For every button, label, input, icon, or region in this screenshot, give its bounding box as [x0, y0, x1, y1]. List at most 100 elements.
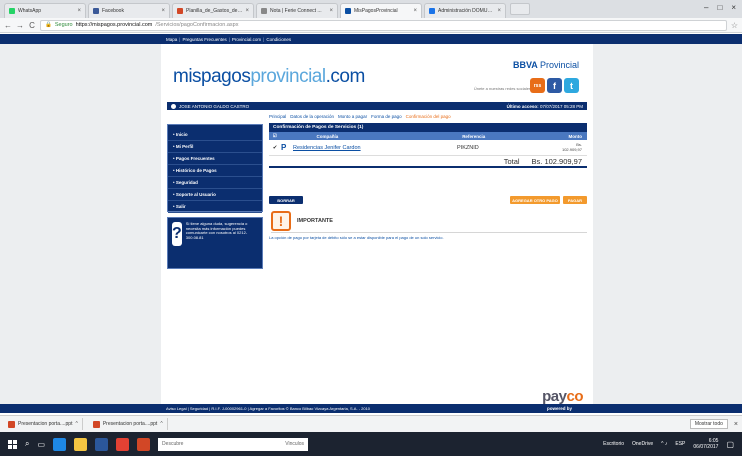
- add-payment-button[interactable]: AGREGAR OTRO PAGO: [510, 196, 560, 204]
- tab-mispagos[interactable]: MisPagosProvincial ×: [340, 3, 422, 18]
- page-icon: [261, 8, 267, 14]
- nav-link-mapa[interactable]: Mapa: [166, 37, 177, 42]
- powerpoint-icon: [92, 420, 100, 428]
- reload-button[interactable]: C: [28, 21, 36, 30]
- last-access: 07/07/2017 05:28 PM: [539, 103, 583, 109]
- twitter-icon[interactable]: t: [564, 78, 579, 93]
- header-company: Compañía: [316, 133, 339, 139]
- top-nav: Mapa | Preguntas Frecuentes | Provincial.c…: [0, 34, 742, 44]
- back-button[interactable]: ←: [4, 21, 12, 30]
- maximize-button[interactable]: □: [717, 3, 722, 12]
- close-icon[interactable]: ×: [734, 421, 738, 428]
- nav-link-provincial[interactable]: Provincial.com: [232, 37, 261, 42]
- tab-planilla[interactable]: Planilla_de_Gastos_de_C... ×: [172, 3, 254, 18]
- url-host: https://mispagos.provincial.com: [75, 22, 153, 28]
- help-text: Si tiene alguna duda, sugerencia o neces…: [185, 221, 248, 240]
- file-explorer-icon[interactable]: [74, 437, 88, 451]
- reference-value: PIKZNID: [457, 144, 479, 151]
- new-tab-button[interactable]: [510, 3, 530, 15]
- user-icon: [171, 103, 176, 109]
- rss-icon[interactable]: rss: [530, 78, 545, 93]
- divider: [271, 232, 587, 233]
- important-title: IMPORTANTE: [297, 218, 333, 224]
- minimize-button[interactable]: –: [704, 3, 708, 12]
- step-monto[interactable]: Monto a pagar: [338, 114, 367, 119]
- help-icon: ?: [172, 222, 182, 246]
- nav-link-faq[interactable]: Preguntas Frecuentes: [182, 37, 226, 42]
- url-field[interactable]: 🔒 Seguro https://mispagos.provincial.com…: [40, 19, 727, 31]
- tab-domus[interactable]: Administración DOMUS ... ×: [424, 3, 506, 18]
- bookmark-star-icon[interactable]: ☆: [731, 21, 738, 30]
- select-all-checkbox[interactable]: ☑: [269, 133, 281, 139]
- sidebar-item-inicio[interactable]: • Inicio: [168, 129, 262, 141]
- store-icon[interactable]: [95, 437, 109, 451]
- onedrive-label[interactable]: OneDrive: [632, 441, 653, 447]
- important-notice: ! IMPORTANTE: [271, 211, 333, 231]
- close-icon[interactable]: ×: [77, 8, 81, 14]
- close-icon[interactable]: ×: [497, 8, 501, 14]
- system-tray-icons[interactable]: ^ ♪: [661, 441, 667, 447]
- search-icon[interactable]: ⌕: [25, 439, 29, 449]
- edge-icon[interactable]: [53, 437, 67, 451]
- delete-button[interactable]: BORRAR: [269, 196, 303, 204]
- task-view-icon[interactable]: ▭: [37, 440, 45, 449]
- show-all-button[interactable]: Mostrar todo: [689, 419, 728, 429]
- tab-nota[interactable]: Nota | Ferie Connect ... ×: [256, 3, 338, 18]
- sidebar-item-historico[interactable]: • Histórico de Pagos: [168, 165, 262, 177]
- close-icon[interactable]: ×: [413, 8, 417, 14]
- tab-facebook[interactable]: Facebook ×: [88, 3, 170, 18]
- chrome-icon[interactable]: [116, 437, 130, 451]
- header-reference: Referencia: [462, 133, 486, 139]
- social-label: Únete a nuestras redes sociales: [473, 86, 531, 91]
- sidebar-item-salir[interactable]: • Salir: [168, 201, 262, 213]
- taskbar: ⌕ ▭ Descubre Vinculos Escritorio OneDrive…: [0, 432, 742, 456]
- sidebar-item-seguridad[interactable]: • Seguridad: [168, 177, 262, 189]
- chevron-up-icon[interactable]: ^: [75, 421, 77, 427]
- security-label: Seguro: [54, 22, 73, 28]
- total-row: Total Bs. 102.909,97: [269, 156, 587, 168]
- payment-service-icon: P: [281, 143, 287, 152]
- pay-button[interactable]: PAGAR: [563, 196, 587, 204]
- table-row: ✔ P Residencias Jenifer Cardon PIKZNID B…: [269, 140, 587, 156]
- main-content: mispagosprovincial.com BBVA Provincial Ú…: [161, 44, 593, 405]
- language-label[interactable]: ESP: [675, 441, 685, 447]
- powered-by: powered by: [546, 406, 572, 411]
- company-link[interactable]: Residencias Jenifer Cardon: [293, 145, 457, 151]
- sidebar-item-frecuentes[interactable]: • Pagos Frecuentes: [168, 153, 262, 165]
- close-icon[interactable]: ×: [245, 8, 249, 14]
- bank-icon: [345, 8, 351, 14]
- footer-links[interactable]: Aviso Legal | Seguridad | R.I.F. J-00002…: [166, 406, 370, 411]
- clock[interactable]: 6:05 06/07/2017: [693, 438, 718, 450]
- facebook-icon[interactable]: f: [547, 78, 562, 93]
- taskbar-search-field[interactable]: Descubre Vinculos: [158, 437, 309, 451]
- close-window-button[interactable]: ×: [731, 3, 736, 12]
- browser-tab-strip: WhatsApp × Facebook × Planilla_de_Gastos_d…: [0, 0, 742, 18]
- step-principal[interactable]: Principal: [269, 114, 286, 119]
- windows-start-icon[interactable]: [8, 439, 17, 449]
- chevron-up-icon[interactable]: ^: [160, 421, 162, 427]
- payco-logo: payco: [542, 388, 583, 405]
- row-checkbox[interactable]: ✔: [269, 145, 281, 151]
- site-footer: Aviso Legal | Seguridad | R.I.F. J-00002…: [0, 404, 742, 413]
- step-datos[interactable]: Datos de la operación: [290, 114, 334, 119]
- user-bar: JOSE ANTONIO GALDO CASTRO Último acceso:…: [167, 102, 587, 110]
- amount-value: Bs. 102.909,97: [561, 142, 582, 152]
- help-box: ? Si tiene alguna duda, sugerencia o nec…: [167, 217, 263, 269]
- download-item[interactable]: Presentacion porta....ppt ^: [4, 418, 83, 430]
- total-label: Total: [503, 156, 520, 166]
- forward-button[interactable]: →: [16, 21, 24, 30]
- sidebar-item-perfil[interactable]: • Mi Perfil: [168, 141, 262, 153]
- nav-link-condiciones[interactable]: Condiciones: [266, 37, 291, 42]
- notifications-icon[interactable]: ▢: [726, 440, 734, 449]
- window-controls: – □ ×: [704, 3, 736, 12]
- desktop-label[interactable]: Escritorio: [603, 441, 624, 447]
- tab-whatsapp[interactable]: WhatsApp ×: [4, 3, 86, 18]
- powerpoint-icon[interactable]: [137, 437, 151, 451]
- download-item[interactable]: Presentacion porta....ppt ^: [89, 418, 168, 430]
- step-forma[interactable]: Forma de pago: [371, 114, 402, 119]
- sidebar-item-soporte[interactable]: • Soporte al Usuario: [168, 189, 262, 201]
- close-icon[interactable]: ×: [161, 8, 165, 14]
- lock-icon: 🔒: [45, 22, 52, 28]
- site-logo[interactable]: mispagosprovincial.com: [173, 66, 365, 88]
- close-icon[interactable]: ×: [329, 8, 333, 14]
